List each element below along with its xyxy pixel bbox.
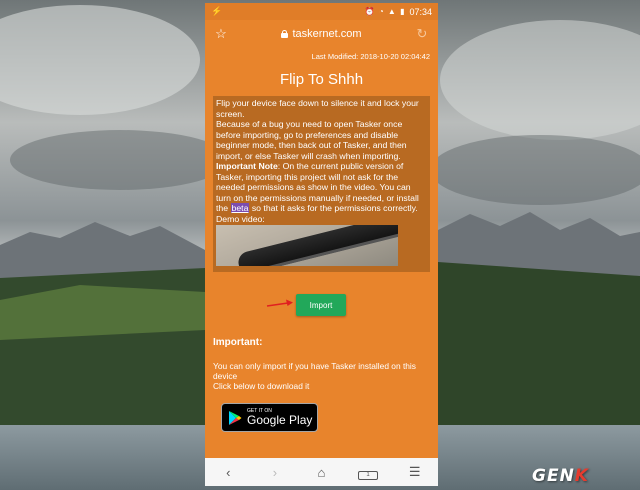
gplay-big-text: Google Play xyxy=(247,413,313,427)
back-icon[interactable]: ‹ xyxy=(218,465,238,480)
star-icon[interactable]: ☆ xyxy=(213,26,229,42)
status-time: 07:34 xyxy=(409,6,432,17)
important-heading: Important: xyxy=(213,337,263,348)
home-icon[interactable]: ⌂ xyxy=(311,465,331,480)
watermark-gen: GEN xyxy=(532,466,575,486)
page-title: Flip To Shhh xyxy=(279,71,364,88)
reload-icon[interactable]: ↻ xyxy=(414,26,430,42)
desc-line-2: Because of a bug you need to open Tasker… xyxy=(216,119,407,161)
lightning-icon: ⚡ xyxy=(211,6,223,16)
browser-nav-bar: ‹ › ⌂ 1 ☰ xyxy=(205,458,438,486)
desc-line-3b: so that it asks for the permissions corr… xyxy=(249,203,418,213)
url-display[interactable]: taskernet.com xyxy=(281,28,362,40)
desc-line-1: Flip your device face down to silence it… xyxy=(216,98,419,119)
status-icons: ⏰ ◔ ▲ ▮ xyxy=(364,7,406,16)
demo-video-label: Demo video: xyxy=(216,213,265,224)
beta-link[interactable]: beta xyxy=(230,203,250,213)
url-text: taskernet.com xyxy=(292,28,362,40)
google-play-button[interactable]: GET IT ON Google Play xyxy=(221,403,318,432)
import-row: Import xyxy=(205,291,438,319)
watermark-k: K xyxy=(574,466,589,486)
forward-icon[interactable]: › xyxy=(265,465,285,480)
last-modified: Last Modified: 2018-10-20 02:04:42 xyxy=(311,52,430,61)
menu-icon[interactable]: ☰ xyxy=(405,464,425,480)
import-button[interactable]: Import xyxy=(296,294,346,316)
genk-watermark: GENK xyxy=(532,466,589,486)
status-bar: ⚡ ⏰ ◔ ▲ ▮ 07:34 xyxy=(205,3,438,20)
description-box: Flip your device face down to silence it… xyxy=(213,96,430,272)
tabs-icon[interactable]: 1 xyxy=(358,464,379,480)
lock-icon xyxy=(281,30,289,38)
tabs-count: 1 xyxy=(358,471,379,480)
important-line-1: You can only import if you have Tasker i… xyxy=(213,361,416,381)
red-arrow-icon xyxy=(266,299,293,307)
important-note-label: Important Note xyxy=(216,161,278,171)
important-text: You can only import if you have Tasker i… xyxy=(205,361,438,391)
google-play-icon xyxy=(229,410,242,425)
demo-video-thumbnail[interactable] xyxy=(216,225,398,266)
browser-url-bar[interactable]: ☆ taskernet.com ↻ xyxy=(205,20,438,48)
important-line-2: Click below to download it xyxy=(213,381,310,391)
phone-screen: ⚡ ⏰ ◔ ▲ ▮ 07:34 ☆ taskernet.com ↻ Last M… xyxy=(205,3,438,486)
